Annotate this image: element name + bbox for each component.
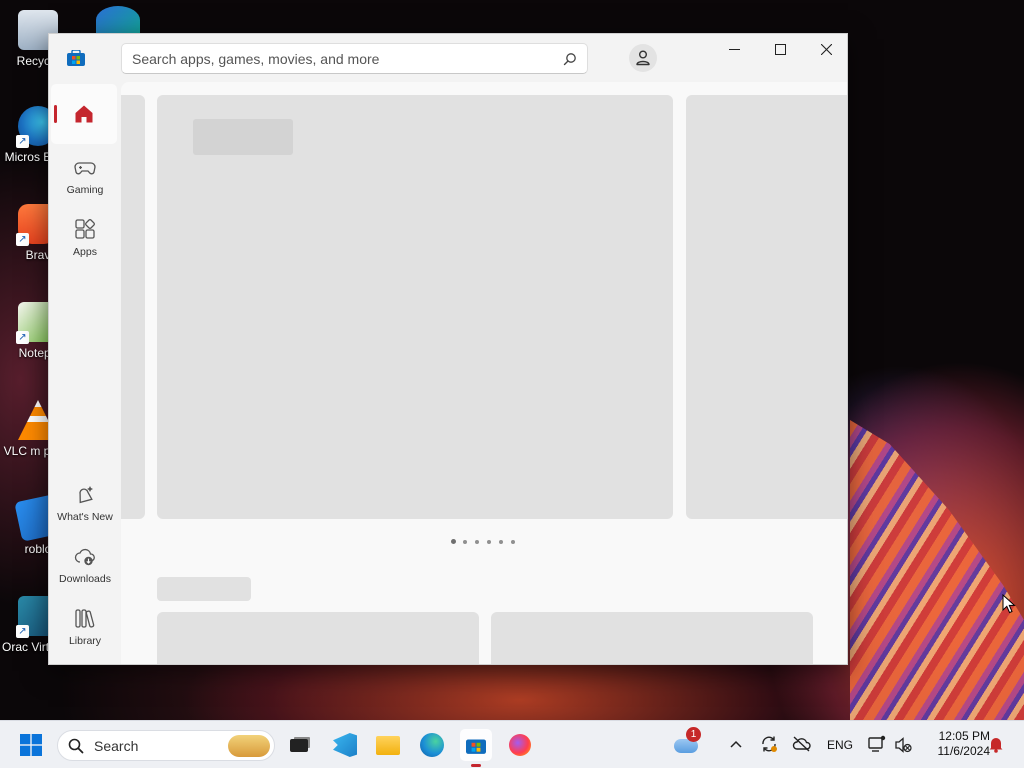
microsoft-store-window: Gaming Apps What's New Downl xyxy=(48,33,848,665)
nav-item-label: Downloads xyxy=(59,573,111,585)
microsoft-store-icon xyxy=(67,50,85,66)
close-icon xyxy=(821,44,832,55)
edge-icon xyxy=(420,733,444,757)
home-icon xyxy=(75,105,93,123)
carousel-dot[interactable] xyxy=(499,540,503,544)
navigation-rail: Gaming Apps What's New Downloads Library xyxy=(49,82,121,664)
search-highlight-image xyxy=(228,735,270,757)
library-books-icon xyxy=(75,609,95,628)
nav-item-label: Gaming xyxy=(66,184,104,196)
hero-title-placeholder xyxy=(193,119,293,155)
carousel-dot[interactable] xyxy=(463,540,467,544)
minimize-button[interactable] xyxy=(711,34,757,66)
taskbar-visual-studio-code[interactable] xyxy=(329,729,361,761)
nav-item-home[interactable] xyxy=(51,84,117,144)
nav-item-gaming[interactable]: Gaming xyxy=(53,148,117,206)
shortcut-arrow-icon: ↗ xyxy=(16,233,29,246)
search-icon[interactable] xyxy=(563,52,577,66)
taskbar-search-label: Search xyxy=(94,738,139,754)
taskbar-edge[interactable] xyxy=(416,729,448,761)
system-clock[interactable]: 12:05 PM 11/6/2024 xyxy=(920,729,991,759)
cloud-offline-icon[interactable] xyxy=(792,736,811,752)
nav-item-label: Library xyxy=(68,635,102,647)
maximize-button[interactable] xyxy=(757,34,803,66)
apps-grid-icon xyxy=(75,219,95,239)
nav-item-library[interactable]: Library xyxy=(53,599,117,657)
carousel-dot[interactable] xyxy=(475,540,479,544)
taskbar-search-box[interactable]: Search xyxy=(57,730,275,761)
hero-card-previous-placeholder[interactable] xyxy=(121,95,145,519)
minimize-icon xyxy=(729,49,740,50)
nav-item-downloads[interactable]: Downloads xyxy=(53,537,117,595)
nav-item-whats-new[interactable]: What's New xyxy=(53,475,117,533)
app-tile-placeholder[interactable] xyxy=(157,612,479,664)
hero-card-next-placeholder[interactable] xyxy=(686,95,847,519)
account-button[interactable] xyxy=(629,44,657,72)
hero-card-placeholder[interactable] xyxy=(157,95,673,519)
notification-bell-icon[interactable] xyxy=(988,735,1004,753)
volume-muted-icon[interactable] xyxy=(894,736,912,754)
firefox-icon xyxy=(509,734,531,756)
app-tile-placeholder[interactable] xyxy=(491,612,813,664)
clock-time: 12:05 PM xyxy=(938,729,990,743)
clock-date: 11/6/2024 xyxy=(937,744,991,758)
windows-start-icon[interactable] xyxy=(20,734,42,756)
taskbar: Search ENG 12:05 PM 11/6/2024 xyxy=(0,720,1024,768)
sync-icon[interactable] xyxy=(760,735,778,753)
vs-code-icon xyxy=(333,733,357,757)
shortcut-arrow-icon: ↗ xyxy=(16,625,29,638)
microsoft-store-icon xyxy=(466,739,486,754)
taskbar-task-view[interactable] xyxy=(284,729,316,761)
title-bar[interactable] xyxy=(49,34,847,82)
taskbar-firefox[interactable] xyxy=(504,729,536,761)
person-icon xyxy=(636,50,650,66)
folder-icon xyxy=(376,736,400,755)
running-indicator xyxy=(471,764,481,767)
cloud-download-icon xyxy=(74,548,95,566)
carousel-dot[interactable] xyxy=(487,540,491,544)
carousel-dot[interactable] xyxy=(451,539,456,544)
taskbar-microsoft-store[interactable] xyxy=(460,729,492,767)
nav-item-label: What's New xyxy=(57,511,113,523)
active-indicator xyxy=(54,105,57,123)
weather-notification-badge: 1 xyxy=(686,727,701,742)
close-button[interactable] xyxy=(803,34,847,66)
desktop-icon-peek[interactable] xyxy=(96,6,140,34)
task-view-icon xyxy=(290,739,308,752)
shortcut-arrow-icon: ↗ xyxy=(16,331,29,344)
mouse-cursor-icon xyxy=(1002,594,1016,614)
search-icon xyxy=(68,738,84,754)
game-controller-icon xyxy=(74,162,96,175)
store-content-area xyxy=(121,82,847,664)
chevron-up-icon[interactable] xyxy=(730,740,742,748)
language-indicator[interactable]: ENG xyxy=(827,738,853,752)
nav-item-label: Apps xyxy=(73,246,97,258)
search-input[interactable] xyxy=(132,44,552,73)
bell-sparkle-icon xyxy=(79,486,93,504)
store-search-box[interactable] xyxy=(121,43,588,74)
network-monitor-icon[interactable] xyxy=(868,735,886,753)
nav-item-apps[interactable]: Apps xyxy=(53,210,117,268)
taskbar-file-explorer[interactable] xyxy=(372,729,404,761)
shortcut-arrow-icon: ↗ xyxy=(16,135,29,148)
maximize-icon xyxy=(775,44,786,55)
carousel-dot[interactable] xyxy=(511,540,515,544)
section-title-placeholder xyxy=(157,577,251,601)
